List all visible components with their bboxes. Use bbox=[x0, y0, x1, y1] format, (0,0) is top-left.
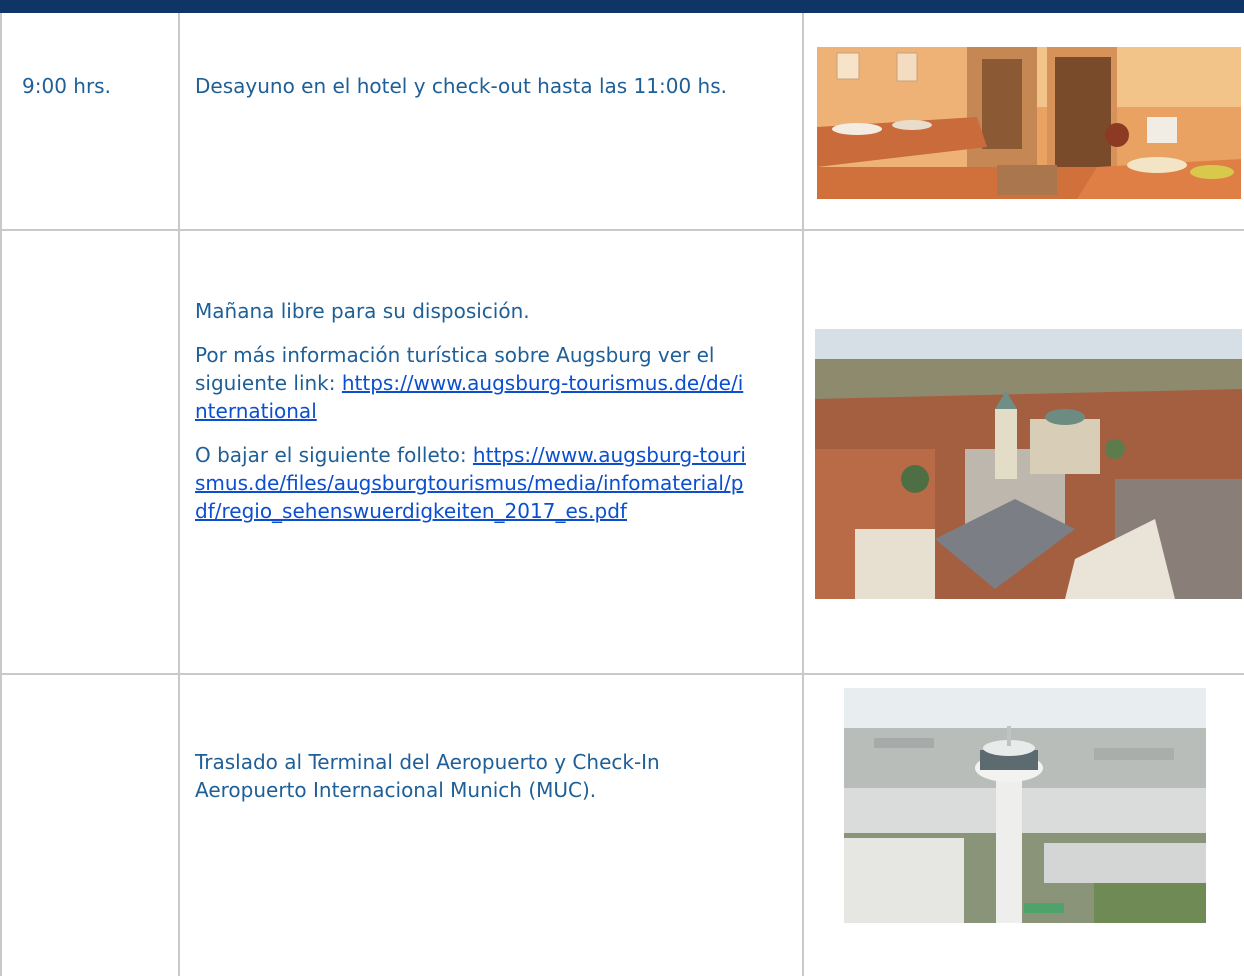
munich-airport-tower-photo bbox=[844, 688, 1206, 923]
brochure-paragraph: O bajar el siguiente folleto: https://ww… bbox=[195, 441, 755, 525]
row-divider-2 bbox=[0, 673, 1244, 675]
column-divider-1 bbox=[178, 13, 180, 976]
row-description: Mañana libre para su disposición. Por má… bbox=[195, 297, 755, 525]
row-divider-1 bbox=[0, 229, 1244, 231]
augsburg-aerial-photo bbox=[815, 329, 1242, 599]
brochure-text: O bajar el siguiente folleto: bbox=[195, 443, 473, 467]
tourism-info-paragraph: Por más información turística sobre Augs… bbox=[195, 341, 755, 425]
table-border-left bbox=[0, 13, 2, 976]
row-description: Desayuno en el hotel y check-out hasta l… bbox=[195, 72, 795, 100]
description-line: Desayuno en el hotel y check-out hasta l… bbox=[195, 74, 727, 98]
row-description: Traslado al Terminal del Aeropuerto y Ch… bbox=[195, 748, 775, 804]
row-time: 9:00 hrs. bbox=[22, 74, 111, 98]
column-divider-2 bbox=[802, 13, 804, 976]
free-morning-text: Mañana libre para su disposición. bbox=[195, 299, 530, 323]
airport-transfer-text: Traslado al Terminal del Aeropuerto y Ch… bbox=[195, 750, 660, 802]
hotel-breakfast-buffet-photo bbox=[817, 47, 1241, 199]
